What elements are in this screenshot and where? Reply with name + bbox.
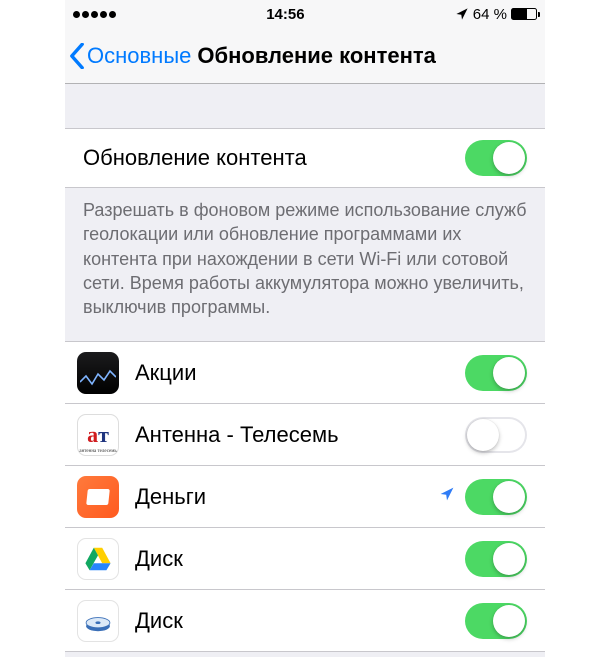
app-toggle[interactable] [465,417,527,453]
app-toggle-list: Акции aтантенна телесемь Антенна - Телес… [65,341,545,652]
back-label: Основные [87,43,191,69]
page-title: Обновление контента [197,43,436,69]
disk-app-icon [77,600,119,642]
location-indicator-icon [439,485,455,508]
app-toggle[interactable] [465,541,527,577]
master-toggle-row: Обновление контента [65,128,545,188]
section-spacer [65,84,545,128]
app-row-antenna: aтантенна телесемь Антенна - Телесемь [65,404,545,466]
app-toggle[interactable] [465,479,527,515]
back-button[interactable]: Основные [69,43,191,69]
chevron-left-icon [69,43,85,69]
status-time: 14:56 [266,6,304,23]
status-right: 64 % [455,6,537,23]
google-drive-app-icon [77,538,119,580]
app-row-money: Деньги [65,466,545,528]
app-row-idisk: Диск [65,590,545,652]
app-label: Акции [135,360,465,386]
app-row-gdrive: Диск [65,528,545,590]
status-left [73,11,116,18]
nav-bar: Основные Обновление контента [65,28,545,84]
app-label: Диск [135,546,465,572]
signal-strength-icon [73,11,116,18]
section-footer-text: Разрешать в фоновом режиме использование… [65,188,545,341]
settings-screen: 14:56 64 % Основные Обновление контента … [65,0,545,657]
status-bar: 14:56 64 % [65,0,545,28]
master-toggle-label: Обновление контента [83,145,465,171]
location-services-icon [455,7,469,21]
content-scroll[interactable]: Обновление контента Разрешать в фоновом … [65,84,545,657]
battery-percent: 64 % [473,6,507,23]
app-label: Антенна - Телесемь [135,422,465,448]
money-app-icon [77,476,119,518]
app-row-stocks: Акции [65,342,545,404]
antenna-app-icon: aтантенна телесемь [77,414,119,456]
stocks-app-icon [77,352,119,394]
battery-icon [511,8,537,20]
app-label: Деньги [135,484,439,510]
app-toggle[interactable] [465,355,527,391]
app-label: Диск [135,608,465,634]
app-toggle[interactable] [465,603,527,639]
master-toggle[interactable] [465,140,527,176]
